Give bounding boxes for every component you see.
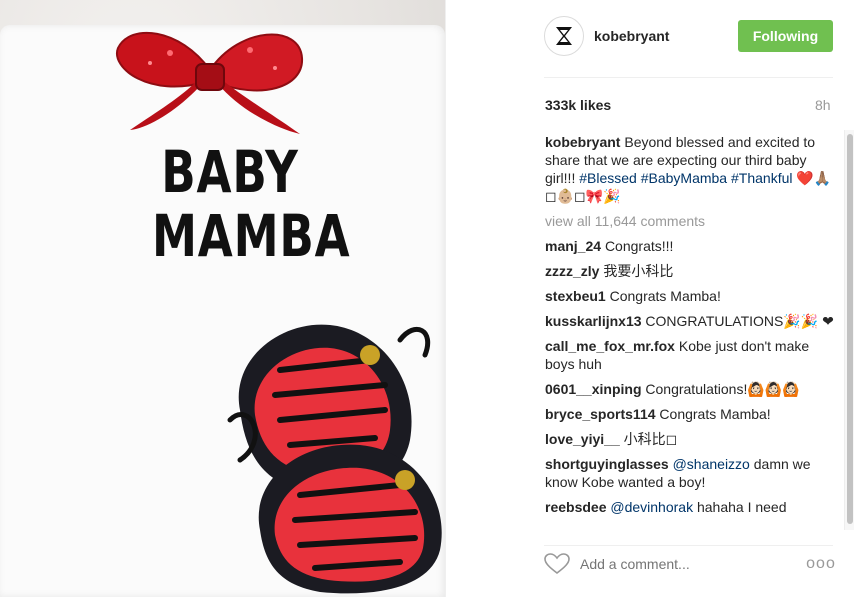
comments-scrollbar[interactable] bbox=[844, 130, 854, 530]
scrollbar-thumb[interactable] bbox=[847, 134, 853, 524]
comment-text: Congratulations!🙆🏻🙆🏻🙆🏻 bbox=[645, 381, 800, 397]
username-link[interactable]: kobebryant bbox=[594, 28, 669, 44]
divider bbox=[544, 77, 833, 78]
comment-text: 小科比◻ bbox=[623, 431, 678, 447]
following-button[interactable]: Following bbox=[738, 20, 833, 52]
comment-username[interactable]: zzzz_zly bbox=[545, 263, 599, 279]
comment-username[interactable]: 0601__xinping bbox=[545, 381, 642, 397]
caption: kobebryant Beyond blessed and excited to… bbox=[545, 133, 837, 205]
comment-username[interactable]: call_me_fox_mr.fox bbox=[545, 338, 675, 354]
comment-item: bryce_sports114 Congrats Mamba! bbox=[545, 405, 837, 423]
onesie-print: BABY MAMBA bbox=[152, 138, 351, 270]
hashtag-blessed[interactable]: #Blessed bbox=[579, 170, 637, 186]
comment-item: stexbeu1 Congrats Mamba! bbox=[545, 287, 837, 305]
onesie-line-2: MAMBA bbox=[152, 202, 351, 270]
comment-username[interactable]: bryce_sports114 bbox=[545, 406, 656, 422]
more-options-button[interactable]: ooo bbox=[806, 554, 835, 574]
hashtag-thankful[interactable]: #Thankful bbox=[731, 170, 792, 186]
comment-text: hahaha I need bbox=[696, 499, 787, 515]
comment-username[interactable]: reebsdee bbox=[545, 499, 606, 515]
comment-item: zzzz_zly 我要小科比 bbox=[545, 262, 837, 280]
post-header: kobebryant Following bbox=[446, 0, 856, 78]
comment-username[interactable]: stexbeu1 bbox=[545, 288, 606, 304]
comment-item: 0601__xinping Congratulations!🙆🏻🙆🏻🙆🏻 bbox=[545, 380, 837, 398]
comment-item: kusskarlijnx13 CONGRATULATIONS🎉🎉 ❤ bbox=[545, 312, 837, 330]
comment-username[interactable]: shortguyinglasses bbox=[545, 456, 669, 472]
like-heart-icon[interactable] bbox=[544, 553, 570, 575]
comment-item: manj_24 Congrats!!! bbox=[545, 237, 837, 255]
comment-mention[interactable]: @shaneizzo bbox=[673, 456, 750, 472]
comments-list[interactable]: kobebryant Beyond blessed and excited to… bbox=[545, 133, 837, 533]
post-photo[interactable]: BABY MAMBA bbox=[0, 0, 445, 597]
view-all-comments-link[interactable]: view all 11,644 comments bbox=[545, 212, 837, 230]
comment-text: Congrats Mamba! bbox=[609, 288, 721, 304]
caption-username[interactable]: kobebryant bbox=[545, 134, 620, 150]
comment-text: CONGRATULATIONS🎉🎉 ❤ bbox=[645, 313, 834, 329]
divider bbox=[544, 545, 833, 546]
comment-username[interactable]: kusskarlijnx13 bbox=[545, 313, 642, 329]
likes-count[interactable]: 333k likes bbox=[545, 97, 611, 113]
baby-shoes-image bbox=[227, 324, 442, 594]
comment-item: reebsdee @devinhorak hahaha I need bbox=[545, 498, 837, 516]
comment-text: Congrats!!! bbox=[604, 238, 674, 254]
post-details-panel: kobebryant Following 333k likes 8h kobeb… bbox=[445, 0, 856, 597]
kobe-logo-icon bbox=[556, 27, 572, 45]
post-time[interactable]: 8h bbox=[815, 97, 831, 113]
hashtag-babymamba[interactable]: #BabyMamba bbox=[641, 170, 727, 186]
comment-mention[interactable]: @devinhorak bbox=[610, 499, 693, 515]
add-comment-input[interactable] bbox=[580, 556, 780, 572]
comment-item: love_yiyi__ 小科比◻ bbox=[545, 430, 837, 448]
comment-item: shortguyinglasses @shaneizzo damn we kno… bbox=[545, 455, 837, 491]
comment-text: 我要小科比 bbox=[603, 263, 674, 279]
comment-text: Congrats Mamba! bbox=[659, 406, 771, 422]
comment-username[interactable]: manj_24 bbox=[545, 238, 601, 254]
comment-item: call_me_fox_mr.fox Kobe just don't make … bbox=[545, 337, 837, 373]
profile-avatar[interactable] bbox=[544, 16, 584, 56]
onesie-line-1: BABY bbox=[161, 138, 299, 206]
comment-username[interactable]: love_yiyi__ bbox=[545, 431, 620, 447]
red-bow-image bbox=[115, 31, 304, 134]
